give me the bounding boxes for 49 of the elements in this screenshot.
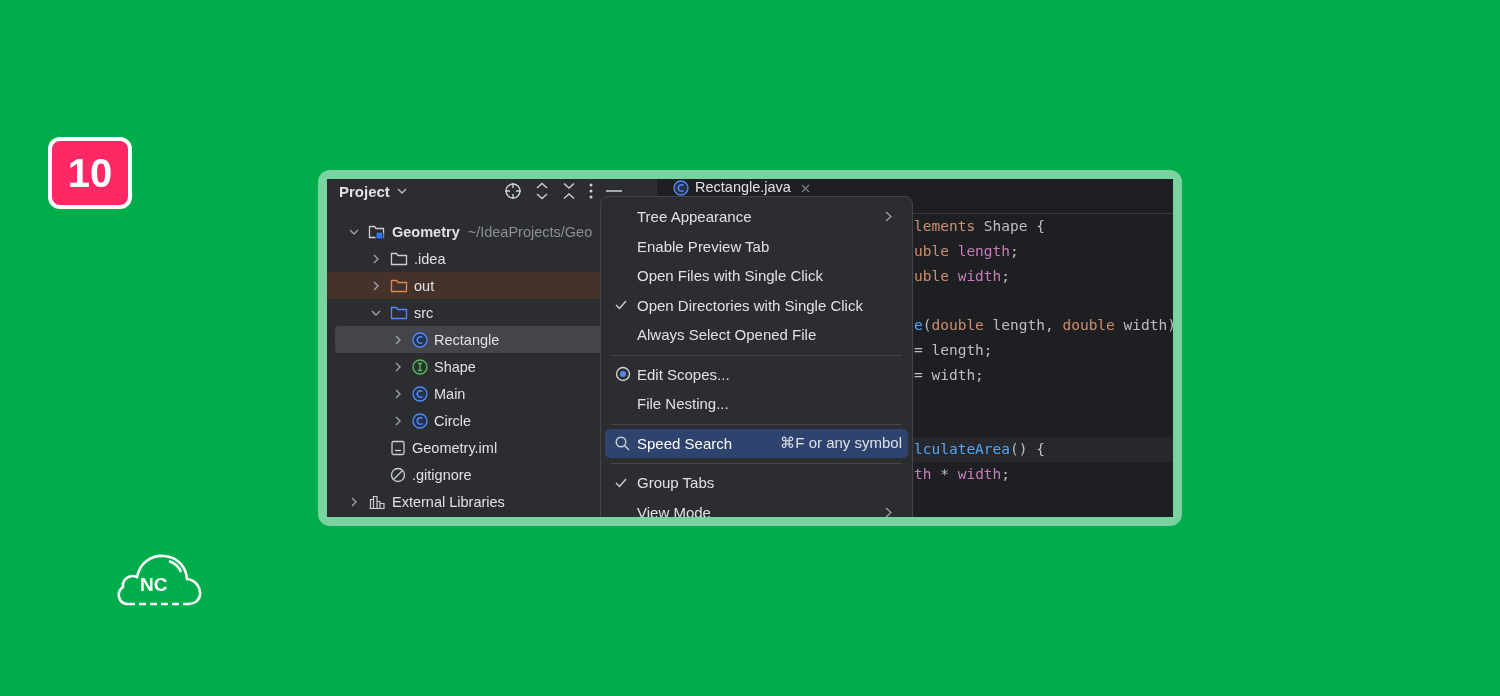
menu-item[interactable]: Open Directories with Single Click (605, 290, 908, 320)
class-icon (412, 412, 428, 429)
expand-icon[interactable] (534, 182, 549, 200)
menu-item[interactable]: Speed Search ⌘F or any symbol (605, 428, 908, 458)
menu-item[interactable]: File Nesting... (605, 389, 908, 419)
menu-item[interactable]: Open Files with Single Click (605, 261, 908, 291)
ignore-icon (390, 466, 406, 483)
folder-icon (390, 277, 408, 294)
code-line: = width; (914, 366, 984, 383)
minimize-icon[interactable] (605, 190, 622, 192)
scope-icon (615, 366, 631, 383)
menu-item[interactable]: Enable Preview Tab (605, 231, 908, 261)
shortcut-hint: ⌘F or any symbol (780, 434, 902, 453)
chevron-right-icon[interactable] (371, 253, 381, 264)
more-icon[interactable] (588, 183, 593, 199)
search-icon (615, 435, 630, 451)
chevron-right-icon[interactable] (371, 280, 381, 291)
menu-item[interactable]: Edit Scopes... (605, 359, 908, 389)
chevron-right-icon[interactable] (393, 388, 403, 399)
cloud-icon (114, 552, 202, 608)
project-dropdown[interactable]: Project (339, 182, 407, 200)
code-line: lculateArea() { (914, 441, 1045, 458)
class-icon (412, 385, 428, 402)
module-folder-icon (368, 223, 386, 240)
code-line: lements Shape { (914, 218, 1045, 234)
library-icon (368, 493, 386, 510)
class-icon (673, 180, 689, 196)
chevron-right-icon[interactable] (393, 334, 403, 345)
folder-icon (390, 304, 408, 321)
file-icon (390, 439, 406, 456)
folder-icon (390, 250, 408, 267)
chevron-right-icon[interactable] (349, 496, 359, 507)
code-line: uble length; (914, 242, 1019, 259)
code-line: e(double length, double width) (914, 317, 1173, 334)
interface-icon (412, 358, 428, 375)
close-icon[interactable] (800, 184, 810, 193)
menu-item[interactable]: Group Tabs (605, 468, 908, 498)
class-icon (412, 331, 428, 348)
collapse-icon[interactable] (561, 182, 576, 200)
step-badge: 10 (48, 137, 132, 209)
project-path: ~/IdeaProjects/Geo (467, 223, 593, 240)
chevron-right-icon[interactable] (393, 361, 403, 372)
chevron-down-icon[interactable] (396, 188, 407, 194)
chevron-right-icon[interactable] (393, 415, 403, 426)
code-line: uble width; (914, 267, 1011, 284)
code-line: = length; (914, 342, 993, 358)
code-line: th * width; (914, 465, 1011, 482)
crosshair-icon[interactable] (503, 182, 522, 200)
logo-text: NC (140, 574, 168, 596)
